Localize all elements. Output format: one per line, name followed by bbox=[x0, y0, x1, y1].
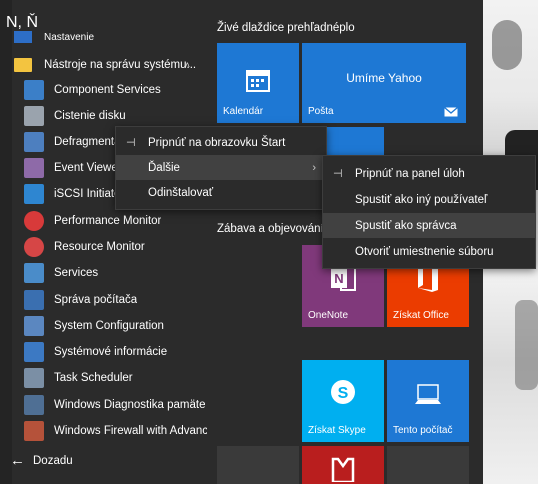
iscsi-icon bbox=[24, 184, 44, 204]
tile-red[interactable] bbox=[302, 446, 384, 484]
app-label: Nastavenie bbox=[44, 31, 95, 43]
app-label: Performance Monitor bbox=[54, 215, 162, 227]
menu-item-run-as-other[interactable]: Spustiť ako iný používateľ bbox=[323, 187, 535, 212]
menu-item-uninstall[interactable]: Odinštalovať bbox=[116, 180, 326, 205]
menu-item-label: Odinštalovať bbox=[148, 186, 214, 199]
svg-text:N: N bbox=[334, 271, 343, 286]
memory-diagnostic-icon bbox=[24, 395, 44, 415]
arrow-left-icon: ← bbox=[10, 452, 25, 469]
services-gear-icon bbox=[24, 263, 44, 283]
menu-item-pin-start[interactable]: ⊣ Pripnúť na obrazovku Štart bbox=[116, 130, 326, 155]
menu-item-label: Spustiť ako správca bbox=[355, 219, 457, 232]
tile-this-pc[interactable]: Tento počítač bbox=[387, 360, 469, 442]
app-item[interactable]: Component Services bbox=[24, 77, 207, 103]
system-configuration-icon bbox=[24, 316, 44, 336]
app-item[interactable]: Task Scheduler bbox=[24, 365, 207, 391]
menu-item-label: Ďalšie bbox=[148, 161, 180, 174]
app-label: Správa počítača bbox=[54, 294, 138, 306]
app-item[interactable]: Systémové informácie bbox=[24, 339, 207, 365]
tile-label: Tento počítač bbox=[393, 425, 453, 436]
chevron-right-icon: › bbox=[312, 161, 316, 174]
app-item[interactable]: Windows Diagnostika pamäte bbox=[24, 392, 207, 418]
tile-group-header[interactable]: Živé dlaždice prehľadnéplo bbox=[217, 22, 355, 34]
context-menu: ⊣ Pripnúť na obrazovku Štart Ďalšie › Od… bbox=[115, 126, 327, 210]
tile-calendar[interactable]: Kalendár bbox=[217, 43, 299, 123]
app-label: Windows Diagnostika pamäte bbox=[54, 399, 206, 411]
app-item[interactable]: Windows Firewall with Advance... bbox=[24, 418, 207, 444]
tile-label: Získat Skype bbox=[308, 425, 366, 436]
calendar-icon bbox=[246, 70, 270, 92]
mail-icon bbox=[444, 107, 458, 117]
app-label: Task Scheduler bbox=[54, 372, 133, 384]
computer-icon bbox=[415, 384, 441, 404]
app-label: Resource Monitor bbox=[54, 241, 145, 253]
start-menu-screenshot: N, Ň Nastavenie Nástroje na správu systé… bbox=[0, 0, 538, 484]
tile-label: OneNote bbox=[308, 310, 349, 321]
tile-label: Kalendár bbox=[223, 106, 264, 117]
tile-partial[interactable] bbox=[217, 446, 299, 484]
wallpaper-detail bbox=[515, 300, 538, 390]
app-label: Windows Firewall with Advance... bbox=[54, 425, 207, 437]
tile-live-text: Umíme Yahoo bbox=[346, 71, 422, 85]
chevron-up-icon[interactable]: ˄ bbox=[185, 60, 190, 70]
all-apps-list[interactable]: N, Ň Nastavenie Nástroje na správu systé… bbox=[0, 0, 207, 484]
app-label: Čistenie disku bbox=[54, 110, 126, 122]
folder-admin-tools[interactable]: Nástroje na správu systému... ˄ bbox=[14, 52, 204, 78]
menu-item-label: Otvoriť umiestnenie súboru bbox=[355, 245, 494, 258]
defragment-icon bbox=[24, 132, 44, 152]
skype-icon: S bbox=[331, 380, 355, 404]
back-label: Dozadu bbox=[33, 454, 73, 467]
app-item-nastavenie[interactable]: Nastavenie bbox=[14, 30, 94, 44]
app-label: iSCSI Initiator bbox=[54, 188, 125, 200]
app-label: Component Services bbox=[54, 84, 161, 96]
svg-text:S: S bbox=[338, 385, 349, 402]
system-information-icon bbox=[24, 342, 44, 362]
tile-label: Získat Office bbox=[393, 310, 449, 321]
menu-item-label: Spustiť ako iný používateľ bbox=[355, 193, 488, 206]
back-button[interactable]: ← Dozadu bbox=[10, 452, 73, 469]
settings-icon bbox=[14, 31, 32, 43]
tile-mail[interactable]: Umíme Yahoo Pošta bbox=[302, 43, 466, 123]
menu-item-label: Pripnúť na panel úloh bbox=[355, 167, 465, 180]
tile-partial[interactable] bbox=[387, 446, 469, 484]
menu-item-run-as-admin[interactable]: Spustiť ako správca bbox=[323, 213, 535, 238]
disk-cleanup-icon bbox=[24, 106, 44, 126]
menu-item-label: Pripnúť na obrazovku Štart bbox=[148, 136, 286, 149]
submenu: ⊣ Pripnúť na panel úloh Spustiť ako iný … bbox=[322, 155, 536, 269]
app-label: System Configuration bbox=[54, 320, 164, 332]
app-item[interactable]: Performance Monitor bbox=[24, 208, 207, 234]
app-logo-icon bbox=[331, 457, 355, 482]
app-label: Event Viewer bbox=[54, 162, 122, 174]
task-scheduler-icon bbox=[24, 368, 44, 388]
app-label: Systémové informácie bbox=[54, 346, 168, 358]
resource-monitor-icon bbox=[24, 237, 44, 257]
computer-management-icon bbox=[24, 290, 44, 310]
pin-icon: ⊣ bbox=[333, 168, 343, 180]
app-item[interactable]: Services bbox=[24, 260, 207, 286]
pin-icon: ⊣ bbox=[126, 137, 136, 149]
menu-item-open-location[interactable]: Otvoriť umiestnenie súboru bbox=[323, 239, 535, 264]
event-viewer-icon bbox=[24, 158, 44, 178]
app-item[interactable]: Správa počítača bbox=[24, 287, 207, 313]
tile-label: Pošta bbox=[308, 106, 334, 117]
folder-icon bbox=[14, 58, 32, 72]
wallpaper-detail bbox=[492, 20, 522, 70]
firewall-icon bbox=[24, 421, 44, 441]
tile-skype[interactable]: S Získat Skype bbox=[302, 360, 384, 442]
app-item[interactable]: Resource Monitor bbox=[24, 234, 207, 260]
left-rail bbox=[0, 0, 12, 484]
performance-monitor-icon bbox=[24, 211, 44, 231]
app-label: Services bbox=[54, 267, 99, 279]
menu-item-pin-taskbar[interactable]: ⊣ Pripnúť na panel úloh bbox=[323, 161, 535, 186]
tile-group-header[interactable]: Zábava a objevování bbox=[217, 223, 324, 235]
folder-label: Nástroje na správu systému... bbox=[44, 59, 197, 71]
menu-item-more[interactable]: Ďalšie › bbox=[116, 155, 326, 180]
component-services-icon bbox=[24, 80, 44, 100]
app-item[interactable]: System Configuration bbox=[24, 313, 207, 339]
